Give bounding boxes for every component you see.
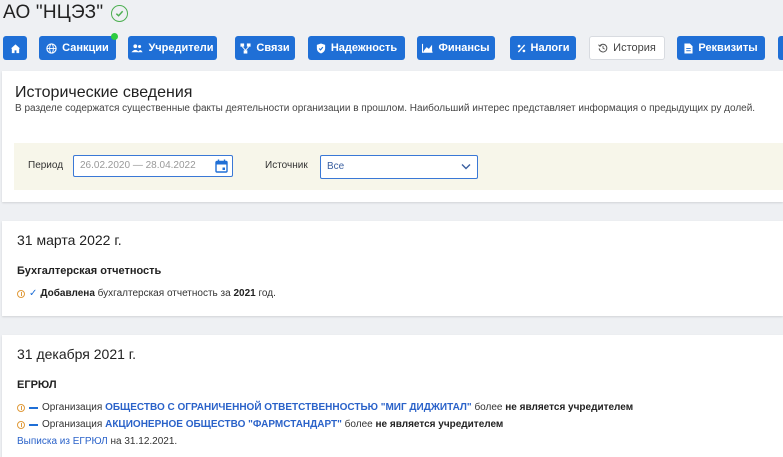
event-action: Добавлена [40,288,95,299]
globe-icon [46,42,57,54]
network-icon [240,42,251,54]
nav-reliability-button[interactable]: Надежность [308,36,405,60]
extract-date: на 31.12.2021. [107,436,178,447]
document-icon [684,43,693,53]
page-title: Исторические сведения [15,84,193,101]
event-card: 31 декабря 2021 г. ЕГРЮЛ Организация ОБЩ… [2,335,783,457]
nav-history-button[interactable]: История [589,36,665,60]
chevron-down-icon [461,164,471,170]
org-link[interactable]: ОБЩЕСТВО С ОГРАНИЧЕННОЙ ОТВЕТСТВЕННОСТЬЮ… [105,402,472,413]
nav-more-button[interactable] [778,36,783,60]
status-badge [111,33,118,40]
nav-finance-label: Финансы [438,42,490,54]
event-tail: год. [255,288,276,299]
shield-icon [316,42,325,54]
event-date: 31 марта 2022 г. [17,232,122,248]
nav-requisites-label: Реквизиты [698,42,758,54]
source-label: Источник [265,160,308,171]
event-section-title: Бухгалтерская отчетность [17,265,162,277]
period-label: Период [28,160,64,171]
minus-icon [29,406,38,409]
percent-icon [517,43,525,53]
info-icon[interactable] [17,420,25,429]
nav-history-label: История [613,42,656,54]
nav-reliability-label: Надежность [330,42,398,54]
nav-founders-label: Учредители [148,42,214,54]
nav-home-button[interactable] [3,36,27,60]
source-select[interactable]: Все [320,155,478,179]
event-status: не является учредителем [505,402,634,413]
history-panel: Исторические сведения В разделе содержат… [2,71,783,202]
nav-taxes-button[interactable]: Налоги [510,36,576,60]
chart-icon [422,43,433,53]
event-prefix: Организация [42,402,106,413]
nav-links-button[interactable]: Связи [235,36,295,60]
calendar-icon[interactable] [215,159,228,173]
info-icon[interactable] [17,403,25,412]
extract-line: Выписка из ЕГРЮЛ на 31.12.2021. [17,436,177,447]
nav-sanctions-button[interactable]: Санкции [39,33,118,60]
period-date-input[interactable]: 26.02.2020 — 28.04.2022 [73,155,233,177]
users-icon [131,44,144,53]
nav-sanctions-label: Санкции [62,42,109,54]
nav-finance-button[interactable]: Финансы [417,36,495,60]
nav-taxes-label: Налоги [530,42,570,54]
org-link[interactable]: АКЦИОНЕРНОЕ ОБЩЕСТВО "ФАРМСТАНДАРТ" [105,419,342,430]
company-name: АО "НЦЭЗ" [3,2,104,23]
egrul-extract-link[interactable]: Выписка из ЕГРЮЛ [17,436,108,447]
event-date: 31 декабря 2021 г. [17,346,137,362]
header: АО "НЦЭЗ" [0,0,129,26]
verified-check-icon [111,4,129,22]
check-icon: ✓ [29,288,38,299]
nav-links-label: Связи [256,42,290,54]
event-year: 2021 [233,288,256,299]
nav-founders-button[interactable]: Учредители [128,36,217,60]
event-prefix: Организация [42,419,106,430]
filter-bar: Период 26.02.2020 — 28.04.2022 Источник … [14,143,783,190]
event-mid: более [341,419,376,430]
event-card: 31 марта 2022 г. Бухгалтерская отчетност… [2,221,783,316]
event-line: Организация ОБЩЕСТВО С ОГРАНИЧЕННОЙ ОТВЕ… [17,402,633,413]
period-value: 26.02.2020 — 28.04.2022 [80,160,196,171]
nav-requisites-button[interactable]: Реквизиты [677,36,765,60]
minus-icon [29,423,38,426]
history-icon [598,43,608,53]
page-description: В разделе содержатся существенные факты … [15,103,756,114]
info-icon[interactable] [17,289,25,298]
event-section-title: ЕГРЮЛ [17,379,57,391]
section-nav: Санкции Учредители Связи Надежность Фина… [0,33,783,60]
event-mid: более [471,402,506,413]
event-status: не является учредителем [375,419,504,430]
event-line: Организация АКЦИОНЕРНОЕ ОБЩЕСТВО "ФАРМСТ… [17,419,503,430]
source-value: Все [327,161,345,172]
event-line: ✓ Добавлена бухгалтерская отчетность за … [17,288,276,299]
event-text: бухгалтерская отчетность за [94,288,234,299]
home-icon [10,43,20,53]
